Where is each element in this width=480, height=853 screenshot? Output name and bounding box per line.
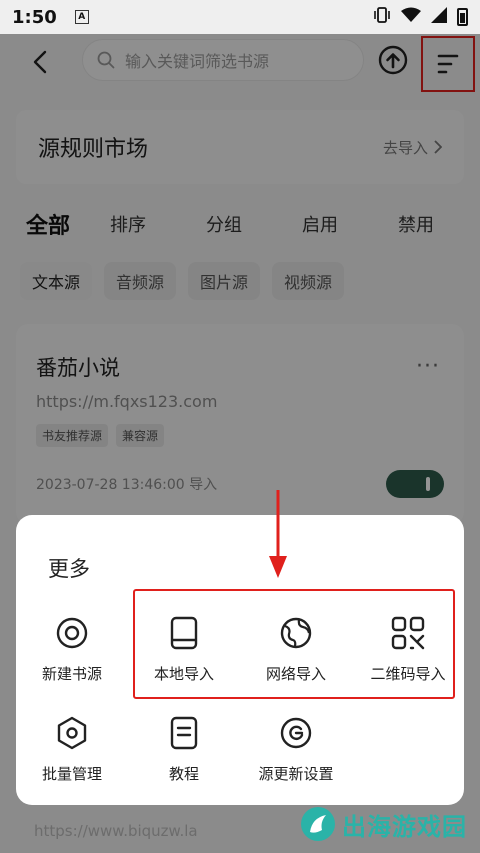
- target-icon: [54, 615, 90, 651]
- document-icon: [166, 715, 202, 751]
- signal-icon: [431, 7, 447, 27]
- watermark-text: 出海游戏园: [342, 812, 467, 841]
- new-source-label: 新建书源: [41, 665, 102, 683]
- status-time: 1:50: [12, 6, 57, 28]
- notification-icon: A: [74, 10, 89, 24]
- update-settings-label: 源更新设置: [258, 765, 334, 783]
- new-source-item[interactable]: 新建书源: [16, 615, 128, 684]
- sheet-title: 更多: [48, 557, 90, 581]
- tutorial-label: 教程: [168, 765, 199, 783]
- status-bar: 1:50 A: [0, 0, 480, 34]
- annotation-highlight-box: [133, 589, 455, 699]
- watermark-logo-icon: [301, 807, 335, 841]
- batch-manage-item[interactable]: 批量管理: [16, 715, 128, 784]
- batch-manage-label: 批量管理: [41, 765, 102, 783]
- refresh-circle-icon: [278, 715, 314, 751]
- wifi-icon: [401, 7, 421, 27]
- vibrate-icon: [373, 7, 391, 27]
- status-indicators: [373, 7, 468, 27]
- hexagon-settings-icon: [54, 715, 90, 751]
- annotation-arrow-icon: [269, 490, 287, 578]
- update-settings-item[interactable]: 源更新设置: [240, 715, 352, 784]
- battery-icon: [457, 8, 468, 26]
- watermark: 出海游戏园: [300, 806, 467, 842]
- tutorial-item[interactable]: 教程: [128, 715, 240, 784]
